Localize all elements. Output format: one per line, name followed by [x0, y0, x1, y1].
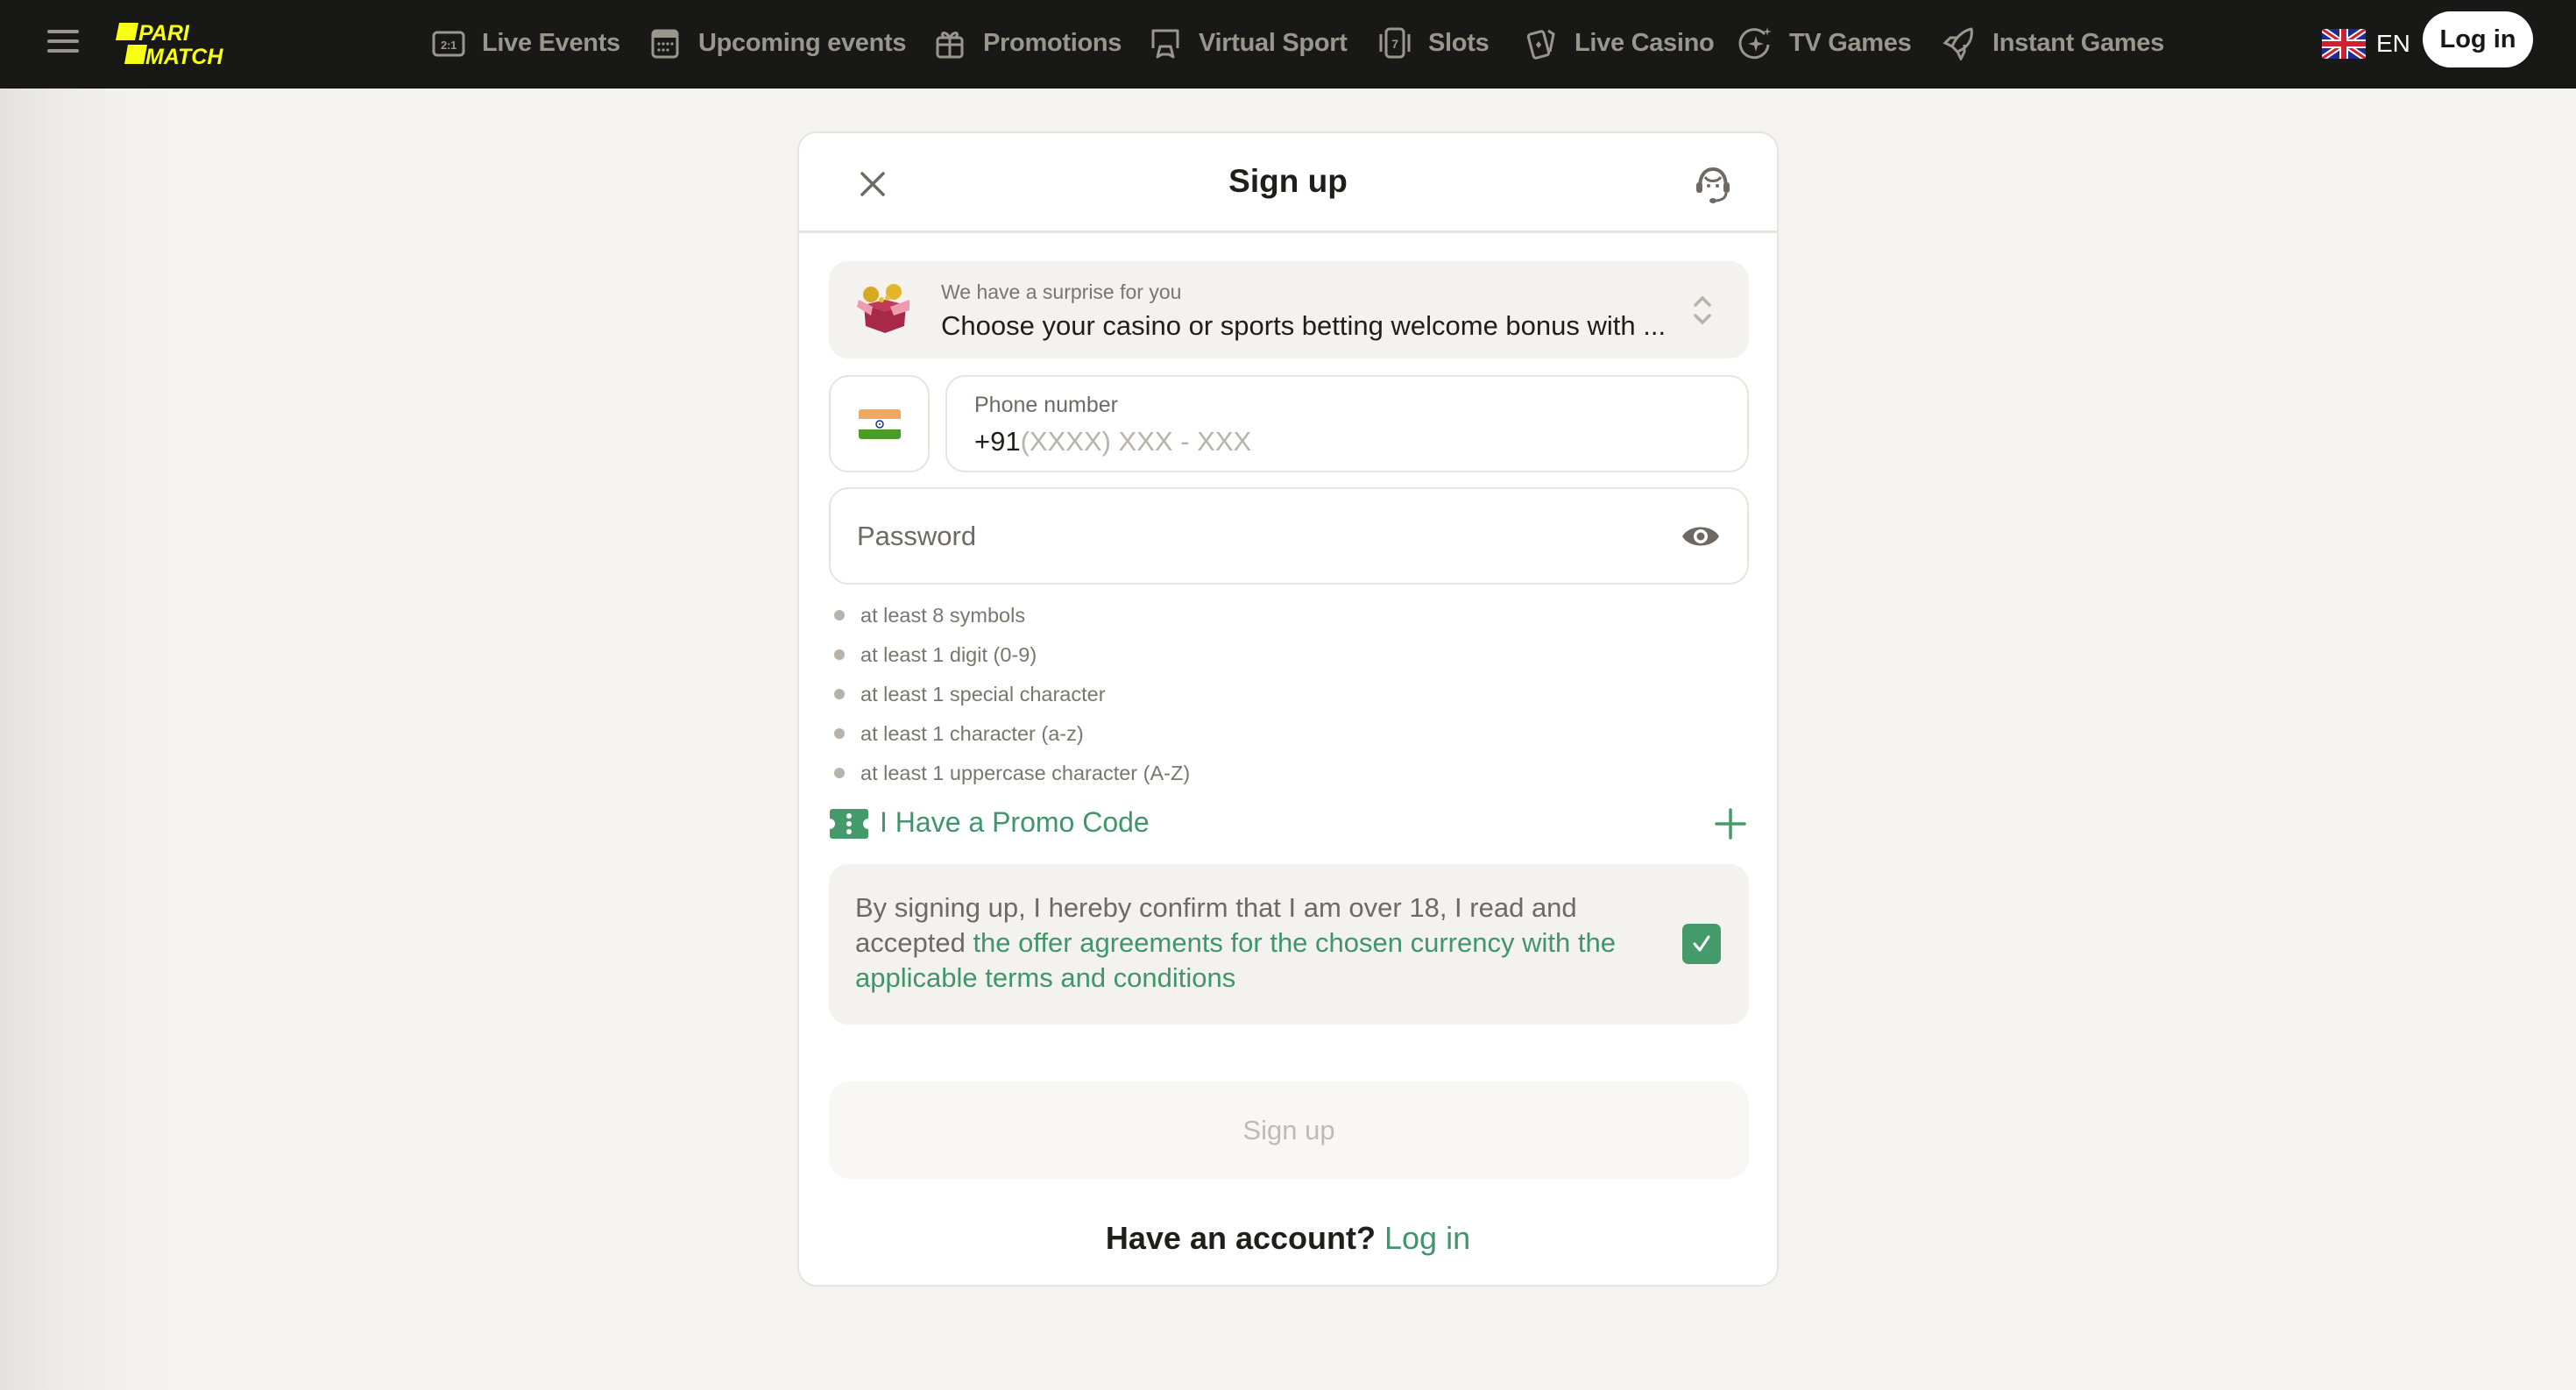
phone-label: Phone number	[974, 393, 1119, 417]
promo-code-label: I Have a Promo Code	[880, 806, 1150, 838]
password-rule: at least 8 symbols	[834, 598, 1623, 637]
nav-label: Live Events	[482, 28, 620, 57]
rule-text: at least 1 uppercase character (A-Z)	[860, 762, 1191, 784]
ticket-icon	[830, 809, 868, 839]
phone-prefix: +91	[974, 426, 1021, 457]
country-selector[interactable]	[829, 375, 930, 472]
chevron-up-down-icon	[1694, 295, 1711, 325]
bonus-selector[interactable]: We have a surprise for you Choose your c…	[829, 261, 1749, 358]
signup-submit-button[interactable]: Sign up	[829, 1082, 1749, 1179]
rule-bullet	[834, 728, 845, 739]
language-selector[interactable]: EN	[2322, 26, 2410, 61]
gamepad-icon	[1146, 24, 1185, 62]
show-password-eye-icon[interactable]	[1681, 521, 1721, 552]
sparkle-icon	[1737, 24, 1775, 62]
nav-label: TV Games	[1789, 28, 1912, 57]
support-headset-icon[interactable]	[1691, 163, 1735, 207]
nav-label: Instant Games	[1992, 28, 2164, 57]
rocket-icon	[1940, 24, 1978, 62]
rule-text: at least 8 symbols	[860, 604, 1026, 627]
nav-live-casino[interactable]: Live Casino	[1522, 19, 1715, 67]
password-rule: at least 1 character (a-z)	[834, 716, 1623, 755]
password-rule: at least 1 uppercase character (A-Z)	[834, 755, 1623, 795]
nav-label: Virtual Sport	[1199, 28, 1348, 57]
password-input[interactable]: Password	[829, 487, 1749, 585]
password-rule: at least 1 special character	[834, 677, 1623, 716]
menu-icon[interactable]	[47, 28, 79, 54]
svg-text:PARI: PARI	[138, 21, 190, 46]
scoreboard-icon: 2:1	[429, 24, 468, 62]
rule-text: at least 1 digit (0-9)	[860, 643, 1037, 666]
nav-label: Promotions	[983, 28, 1122, 57]
rule-bullet	[834, 689, 845, 699]
promo-code-toggle[interactable]: I Have a Promo Code	[829, 802, 1749, 846]
rule-text: at least 1 special character	[860, 683, 1106, 706]
nav-label: Upcoming events	[698, 28, 907, 57]
rule-bullet	[834, 610, 845, 621]
india-flag-icon	[858, 408, 901, 439]
phone-value: +91(XXXX) XXX - XXX	[974, 426, 1251, 457]
rule-bullet	[834, 649, 845, 660]
phone-number-input[interactable]: Phone number +91(XXXX) XXX - XXX	[945, 375, 1749, 472]
language-code: EN	[2376, 30, 2410, 57]
signup-modal: Sign up We have a surprise for you Choos…	[797, 131, 1779, 1287]
svg-text:7: 7	[1391, 37, 1398, 51]
slot-machine-icon: 7	[1376, 24, 1414, 62]
parimatch-logo[interactable]: PARI MATCH	[112, 21, 252, 69]
nav-slots[interactable]: 7 Slots	[1376, 19, 1490, 67]
terms-checkbox[interactable]	[1682, 924, 1721, 964]
have-account-text: Have an account?	[1105, 1220, 1376, 1256]
header-login-button[interactable]: Log in	[2423, 11, 2533, 67]
svg-text:2:1: 2:1	[441, 39, 456, 52]
nav-label: Live Casino	[1575, 28, 1715, 57]
bonus-selected-value: Choose your casino or sports betting wel…	[941, 310, 1667, 341]
gift-box-icon	[855, 280, 913, 337]
password-rules-list: at least 8 symbols at least 1 digit (0-9…	[834, 598, 1623, 795]
bonus-subtitle: We have a surprise for you	[941, 280, 1182, 303]
nav-instant-games[interactable]: Instant Games	[1940, 19, 2164, 67]
playing-cards-icon	[1522, 24, 1560, 62]
modal-login-link[interactable]: Log in	[1384, 1220, 1470, 1256]
uk-flag-icon	[2322, 29, 2366, 59]
have-account-row: Have an account? Log in	[799, 1220, 1777, 1257]
svg-text:MATCH: MATCH	[145, 45, 223, 67]
nav-promotions[interactable]: Promotions	[931, 19, 1122, 67]
password-placeholder: Password	[857, 521, 977, 551]
phone-placeholder: (XXXX) XXX - XXX	[1020, 426, 1252, 457]
plus-icon[interactable]	[1714, 807, 1747, 840]
nav-upcoming-events[interactable]: Upcoming events	[646, 19, 907, 67]
nav-live-events[interactable]: 2:1 Live Events	[429, 19, 620, 67]
modal-title: Sign up	[1228, 163, 1348, 199]
terms-agreement: By signing up, I hereby confirm that I a…	[829, 864, 1749, 1025]
rule-text: at least 1 character (a-z)	[860, 722, 1084, 745]
nav-tv-games[interactable]: TV Games	[1737, 19, 1912, 67]
nav-virtual-sport[interactable]: Virtual Sport	[1146, 19, 1348, 67]
top-navbar: PARI MATCH 2:1 Live Events Upcoming even…	[0, 0, 2576, 89]
terms-text: By signing up, I hereby confirm that I a…	[855, 890, 1644, 996]
password-rule: at least 1 digit (0-9)	[834, 637, 1623, 677]
page-background-shadow	[0, 89, 175, 1390]
rule-bullet	[834, 768, 845, 778]
calendar-icon	[646, 24, 684, 62]
nav-label: Slots	[1428, 28, 1490, 57]
modal-header: Sign up	[799, 133, 1777, 233]
checkmark-icon	[1693, 935, 1710, 952]
gift-icon	[931, 24, 969, 62]
